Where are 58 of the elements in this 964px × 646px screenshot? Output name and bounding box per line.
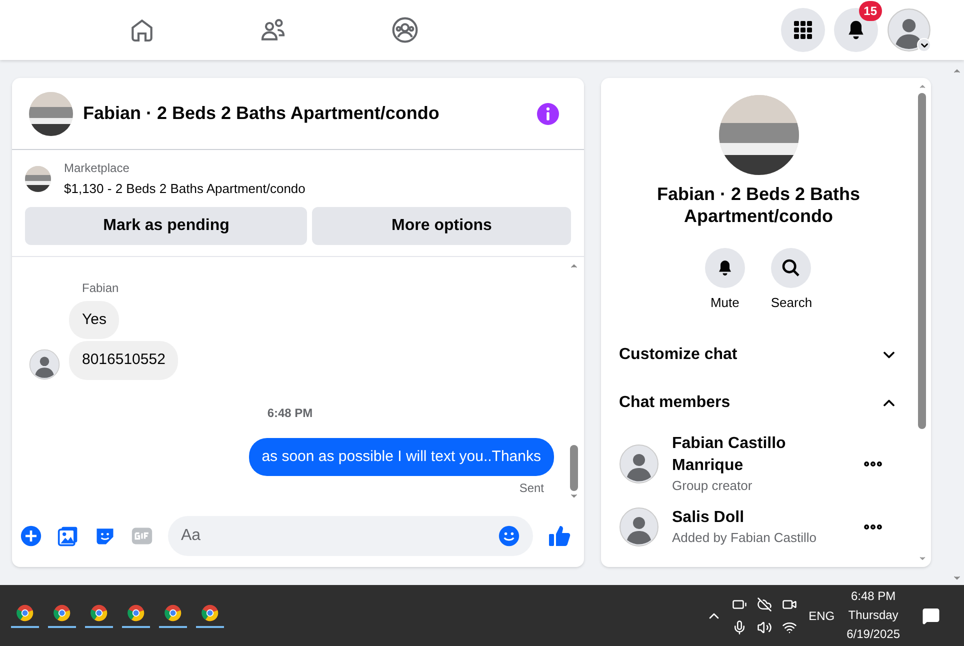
profile-avatar-icon	[887, 8, 931, 52]
grid-icon	[793, 20, 813, 40]
message-field[interactable]: Aa	[168, 516, 533, 556]
plus-icon[interactable]	[20, 525, 42, 547]
browser-icon[interactable]	[53, 604, 71, 622]
member-avatar	[619, 506, 659, 546]
scroll-up-icon[interactable]	[918, 82, 926, 91]
speaker-icon[interactable]	[756, 620, 772, 634]
notifications-button[interactable]	[834, 8, 878, 52]
details-title: Fabian · 2 Beds 2 Baths Apartment/condo	[656, 183, 862, 227]
scroll-down-icon[interactable]	[918, 554, 926, 563]
browser-icon[interactable]	[127, 604, 145, 622]
scrollbar-thumb[interactable]	[570, 445, 578, 491]
listing-action-button[interactable]: Mark as pending	[25, 206, 308, 244]
message-bubble: Yes	[69, 300, 120, 339]
conversation-title: Fabian · 2 Beds 2 Baths Apartment/condo	[83, 102, 440, 125]
section-header[interactable]: Chat members	[619, 378, 898, 426]
image-icon[interactable]	[57, 525, 79, 547]
emoji-icon[interactable]	[498, 525, 520, 547]
wifi-icon[interactable]	[782, 620, 797, 634]
browser-icon[interactable]	[201, 604, 219, 622]
avatar-icon	[29, 348, 60, 380]
member-name: Fabian Castillo Manrique	[672, 434, 787, 476]
caret-icon	[917, 38, 931, 52]
listing-photo	[29, 92, 73, 136]
member-avatar	[619, 444, 659, 484]
scrollbar-thumb[interactable]	[918, 93, 926, 429]
clock-time: 6:48 PM	[850, 588, 896, 605]
browser-icon[interactable]	[16, 604, 34, 622]
listing-thumbnail	[25, 166, 51, 192]
clock-day: Thursday	[848, 606, 898, 625]
member-role: Added by Fabian Castillo	[672, 528, 818, 546]
listing-action-button[interactable]: More options	[312, 206, 571, 244]
microphone-icon[interactable]	[732, 620, 747, 634]
notification-center-icon[interactable]	[922, 606, 940, 624]
info-icon[interactable]	[537, 102, 559, 124]
message-bubble: as soon as possible I will text you..Thanks	[248, 438, 554, 476]
section-header[interactable]: Customize chat	[619, 330, 898, 378]
group-icon[interactable]	[391, 16, 419, 44]
browser-icon[interactable]	[164, 604, 182, 622]
listing-summary: $1,130 - 2 Beds 2 Baths Apartment/condo	[64, 180, 306, 198]
message-status: Sent	[519, 480, 544, 497]
notification-badge: 15	[858, 1, 882, 21]
sender-name: Fabian	[82, 280, 120, 296]
message-input[interactable]: Aa	[181, 524, 498, 548]
cloud-off-icon[interactable]	[756, 596, 772, 612]
member-role: Group creator	[672, 476, 754, 494]
browser-icon[interactable]	[90, 604, 108, 622]
thumbs-up-icon[interactable]	[548, 524, 572, 548]
timestamp: 6:48 PM	[267, 404, 313, 422]
language-indicator[interactable]: ENG	[808, 606, 835, 624]
search-icon	[781, 258, 802, 278]
menu-button[interactable]	[781, 8, 825, 52]
member-name: Salis Doll	[672, 508, 746, 528]
message-bubble: 8016510552	[69, 341, 178, 380]
account-button[interactable]	[887, 8, 931, 52]
clock-date: 6/19/2025	[846, 626, 900, 643]
listing-source: Marketplace	[64, 160, 130, 177]
